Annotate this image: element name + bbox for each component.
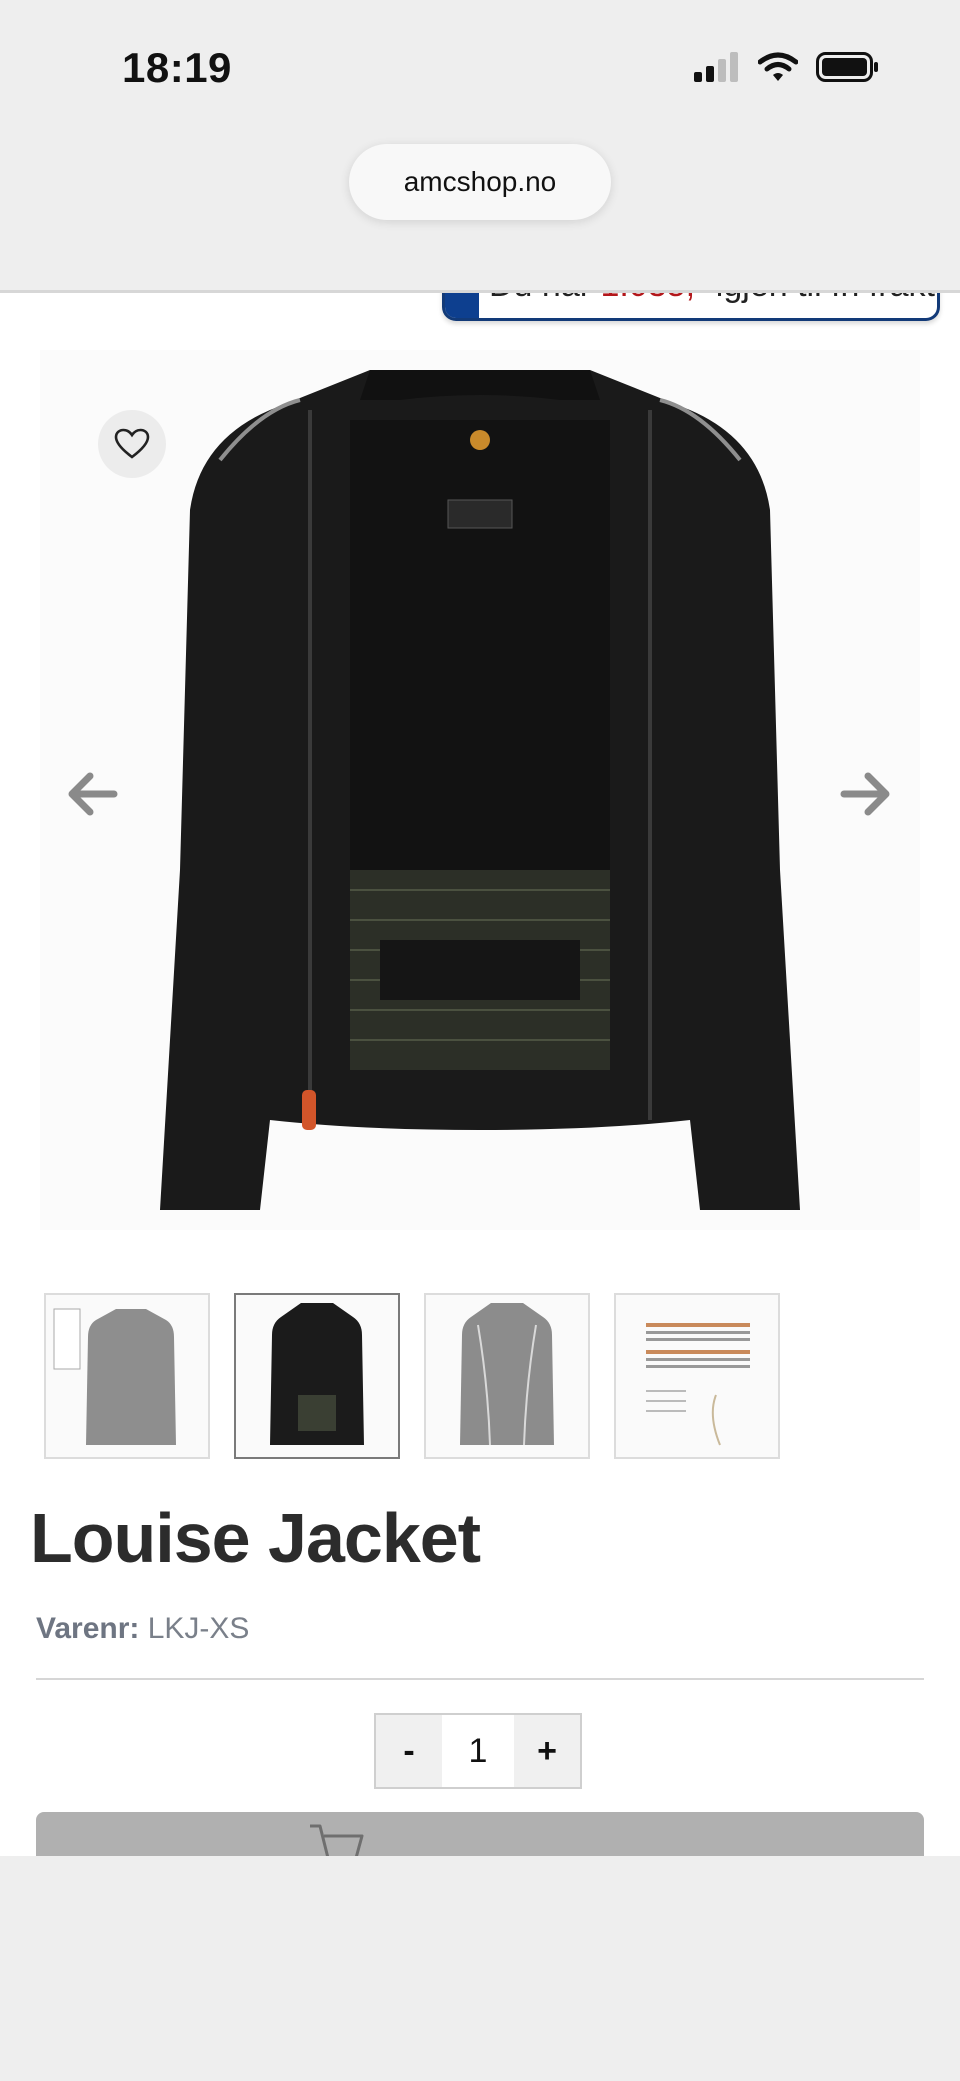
thumbnail-3[interactable] [424,1293,590,1459]
browser-bottom-area [0,1856,960,2081]
quantity-stepper: - 1 + [374,1713,582,1789]
arrow-left-icon [68,772,118,816]
jacket-open-thumbnail [270,1303,364,1445]
sku-value: LKJ-XS [147,1612,250,1645]
quantity-decrease-button[interactable]: - [376,1715,442,1787]
product-title: Louise Jacket [30,1499,481,1577]
status-icons [694,52,880,82]
size-chart-thumbnail [646,1323,750,1446]
sku-label: Varenr: [36,1612,140,1645]
thumbnail-4[interactable] [614,1293,780,1459]
jacket-illustration [160,370,800,1210]
quantity-value[interactable]: 1 [442,1715,514,1787]
favorite-button[interactable] [98,410,166,478]
browser-top-bar: 18:19 amcshop.no [0,0,960,293]
jacket-front-thumbnail [53,1308,176,1445]
next-image-button[interactable] [836,764,896,824]
thumbnail-2[interactable] [234,1293,400,1459]
thumbnail-strip [44,1293,780,1459]
product-sku: Varenr: LKJ-XS [36,1612,249,1646]
product-image[interactable] [40,350,920,1230]
wifi-icon [758,52,798,81]
arrow-right-icon [840,772,890,816]
heart-icon [114,428,150,459]
divider [36,1678,924,1680]
jacket-back-thumbnail [460,1303,554,1446]
signal-icon [694,52,738,82]
quantity-increase-button[interactable]: + [514,1715,580,1787]
battery-icon [816,52,878,82]
thumbnail-1[interactable] [44,1293,210,1459]
url-bar[interactable]: amcshop.no [349,144,611,220]
status-time: 18:19 [122,44,232,91]
url-text: amcshop.no [403,166,557,197]
previous-image-button[interactable] [62,764,122,824]
